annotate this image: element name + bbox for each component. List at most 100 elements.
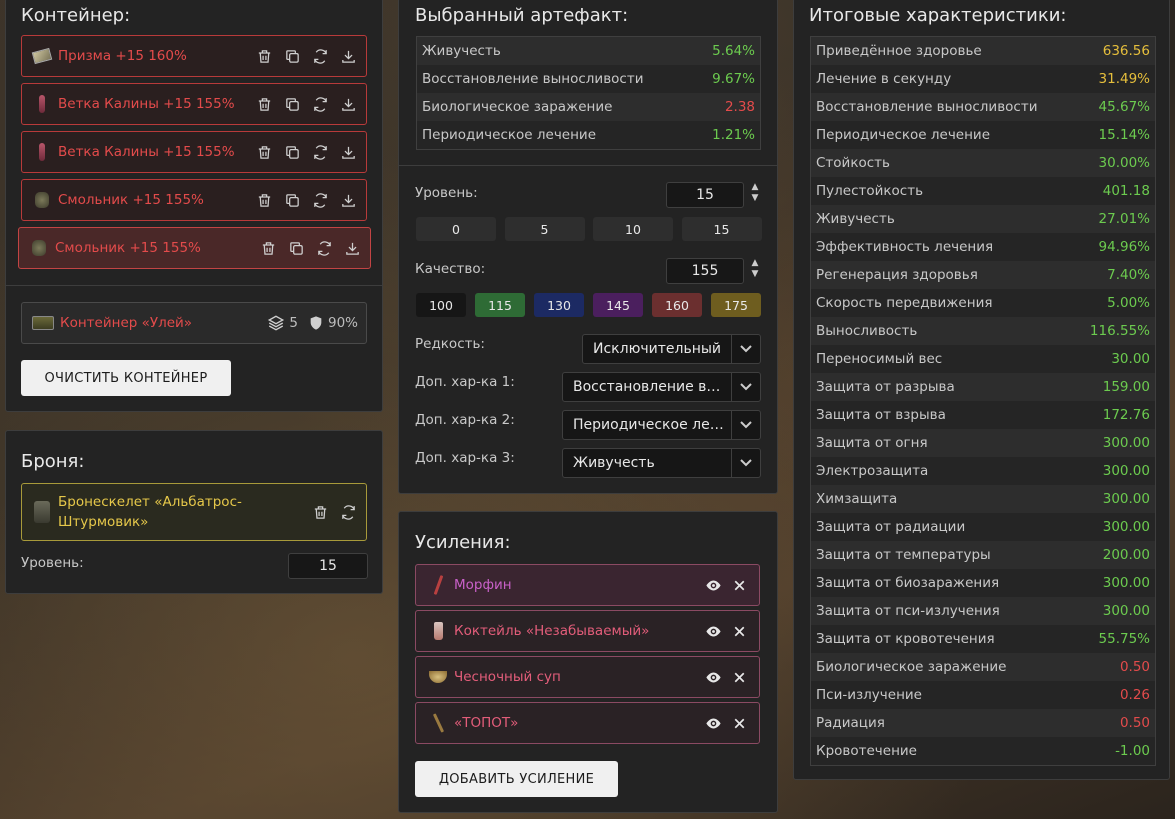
trash-icon[interactable]: [258, 238, 278, 258]
copy-icon[interactable]: [282, 94, 302, 114]
stat-name: Пулестойкость: [816, 183, 924, 199]
selected-container[interactable]: Контейнер «Улей» 5 90%: [21, 302, 367, 344]
container-item[interactable]: Смольник +15 155%: [21, 179, 367, 221]
stat-row: Защита от биозаражения 300.00: [811, 569, 1155, 597]
trash-icon[interactable]: [254, 46, 274, 66]
level-stepper[interactable]: ▲ ▼: [748, 182, 762, 204]
copy-icon[interactable]: [286, 238, 306, 258]
quality-stepper[interactable]: ▲ ▼: [748, 258, 762, 280]
stat-value: 31.49%: [1098, 71, 1150, 87]
artifact-level-input[interactable]: 15: [666, 182, 744, 208]
download-icon[interactable]: [342, 238, 362, 258]
chevron-up-icon[interactable]: ▲: [752, 182, 759, 193]
swap-icon[interactable]: [310, 46, 330, 66]
stat-name: Периодическое лечение: [422, 127, 597, 143]
swap-icon[interactable]: [310, 142, 330, 162]
download-icon[interactable]: [338, 94, 358, 114]
armor-panel: Броня: Бронескелет «Альбатрос-Штурмовик»…: [5, 430, 383, 594]
stat-row: Переносимый вес 30.00: [811, 345, 1155, 373]
level-preset-button[interactable]: 5: [504, 217, 585, 241]
extra2-select[interactable]: Периодическое лечение: [562, 410, 761, 440]
copy-icon[interactable]: [282, 46, 302, 66]
stat-name: Защита от кровотечения: [816, 631, 995, 647]
container-item[interactable]: Смольник +15 155%: [18, 227, 371, 269]
level-preset-button[interactable]: 15: [681, 217, 762, 241]
quality-input[interactable]: 155: [666, 258, 744, 284]
quality-preset-button[interactable]: 100: [416, 293, 466, 317]
artifact-panel: Выбранный артефакт: Живучесть 5.64% Восста…: [398, 0, 778, 494]
extra1-select[interactable]: Восстановление выносливости: [562, 372, 761, 402]
eye-icon[interactable]: [703, 621, 723, 641]
eye-icon[interactable]: [703, 667, 723, 687]
stat-name: Радиация: [816, 715, 885, 731]
container-item[interactable]: Ветка Калины +15 155%: [21, 131, 367, 173]
swap-icon[interactable]: [310, 94, 330, 114]
eye-icon[interactable]: [703, 575, 723, 595]
boost-item[interactable]: Морфин: [415, 564, 760, 606]
swap-icon[interactable]: [310, 190, 330, 210]
artifact-stats-table: Живучесть 5.64% Восстановление выносливост…: [416, 36, 761, 150]
trash-icon[interactable]: [254, 142, 274, 162]
trash-icon[interactable]: [310, 502, 330, 522]
close-icon[interactable]: [729, 667, 749, 687]
stat-name: Защита от пси-излучения: [816, 603, 1000, 619]
stat-row: Защита от взрыва 172.76: [811, 401, 1155, 429]
container-item[interactable]: Ветка Калины +15 155%: [21, 83, 367, 125]
eye-icon[interactable]: [703, 713, 723, 733]
boosts-panel: Усиления: Морфин Коктейль «Незабываемый» Ч…: [398, 511, 778, 813]
stat-name: Защита от огня: [816, 435, 928, 451]
stat-value: 300.00: [1102, 519, 1150, 535]
close-icon[interactable]: [729, 713, 749, 733]
stat-name: Биологическое заражение: [422, 99, 613, 115]
boost-item[interactable]: Коктейль «Незабываемый»: [415, 610, 760, 652]
stat-value: 2.38: [724, 99, 755, 115]
quality-preset-button[interactable]: 145: [593, 293, 643, 317]
stat-row: Пулестойкость 401.18: [811, 177, 1155, 205]
close-icon[interactable]: [729, 621, 749, 641]
trash-icon[interactable]: [254, 190, 274, 210]
boost-item[interactable]: «ТОПОТ»: [415, 702, 760, 744]
armor-item[interactable]: Бронескелет «Альбатрос-Штурмовик»: [21, 483, 367, 541]
stat-name: Приведённое здоровье: [816, 43, 982, 59]
copy-icon[interactable]: [282, 142, 302, 162]
stat-name: Скорость передвижения: [816, 295, 993, 311]
rarity-select[interactable]: Исключительный: [582, 334, 761, 364]
close-icon[interactable]: [729, 575, 749, 595]
boost-label: «ТОПОТ»: [454, 715, 519, 731]
container-item[interactable]: Призма +15 160%: [21, 35, 367, 77]
stat-value: 15.14%: [1098, 127, 1150, 143]
stat-row: Эффективность лечения 94.96%: [811, 233, 1155, 261]
stat-row: Защита от кровотечения 55.75%: [811, 625, 1155, 653]
stat-value: 5.64%: [712, 43, 755, 59]
quality-preset-button[interactable]: 175: [711, 293, 761, 317]
level-preset-button[interactable]: 0: [416, 217, 496, 241]
chevron-up-icon[interactable]: ▲: [752, 258, 759, 269]
swap-icon[interactable]: [338, 502, 358, 522]
trash-icon[interactable]: [254, 94, 274, 114]
stat-row: Периодическое лечение 15.14%: [811, 121, 1155, 149]
chevron-down-icon[interactable]: ▼: [752, 193, 759, 204]
chevron-down-icon[interactable]: ▼: [752, 269, 759, 280]
stat-value: 300.00: [1102, 491, 1150, 507]
copy-icon[interactable]: [282, 190, 302, 210]
divider: [399, 165, 777, 166]
quality-preset-button[interactable]: 160: [652, 293, 702, 317]
download-icon[interactable]: [338, 142, 358, 162]
swap-icon[interactable]: [314, 238, 334, 258]
extra3-select[interactable]: Живучесть: [562, 448, 761, 478]
armor-level-input[interactable]: 15: [288, 553, 368, 579]
armor-name: Бронескелет «Альбатрос-Штурмовик»: [58, 494, 242, 530]
quality-preset-button[interactable]: 130: [534, 293, 584, 317]
boost-item[interactable]: Чесночный суп: [415, 656, 760, 698]
add-boost-button[interactable]: ДОБАВИТЬ УСИЛЕНИЕ: [415, 761, 618, 797]
clear-container-button[interactable]: ОЧИСТИТЬ КОНТЕЙНЕР: [21, 360, 231, 396]
resin-icon: [32, 190, 52, 210]
level-preset-button[interactable]: 10: [593, 217, 673, 241]
download-icon[interactable]: [338, 190, 358, 210]
bottle-icon: [428, 622, 448, 640]
stat-name: Живучесть: [816, 211, 895, 227]
quality-preset-button[interactable]: 115: [475, 293, 525, 317]
download-icon[interactable]: [338, 46, 358, 66]
stat-row: Радиация 0.50: [811, 709, 1155, 737]
stat-name: Защита от биозаражения: [816, 575, 1000, 591]
